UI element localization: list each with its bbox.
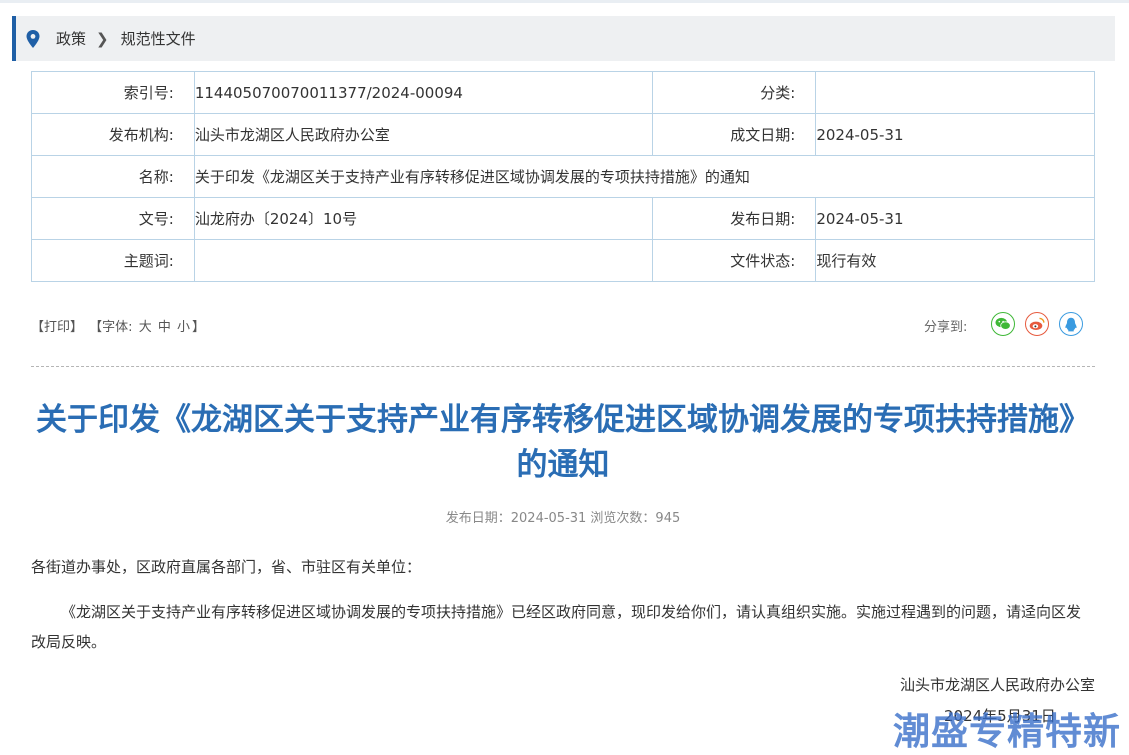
keywords-label: 主题词: <box>31 239 195 282</box>
location-pin-icon <box>26 29 40 48</box>
table-row: 发布机构: 汕头市龙湖区人民政府办公室 成文日期: 2024-05-31 <box>31 113 1095 156</box>
category-value <box>815 71 1095 114</box>
font-size-prefix: 【字体: <box>89 320 133 335</box>
divider <box>31 366 1095 367</box>
org-label: 发布机构: <box>31 113 195 156</box>
index-label: 索引号: <box>31 71 195 114</box>
font-small-button[interactable]: 小 <box>177 320 190 335</box>
pubdate-label: 发布日期: <box>652 197 817 240</box>
table-row: 索引号: 114405070070011377/2024-00094 分类: <box>31 71 1095 114</box>
qq-icon[interactable] <box>1059 312 1083 336</box>
wechat-icon[interactable] <box>991 312 1015 336</box>
weibo-icon[interactable] <box>1025 312 1049 336</box>
article-meta: 发布日期：2024-05-31 浏览次数：945 <box>445 511 681 526</box>
docno-value: 汕龙府办〔2024〕10号 <box>193 197 654 240</box>
table-row: 主题词: 文件状态: 现行有效 <box>31 239 1095 282</box>
article-body: 《龙湖区关于支持产业有序转移促进区域协调发展的专项扶持措施》已经区政府同意，现印… <box>31 603 1082 651</box>
font-medium-button[interactable]: 中 <box>158 320 171 335</box>
salutation: 各街道办事处，区政府直属各部门，省、市驻区有关单位： <box>31 558 422 576</box>
docno-label: 文号: <box>31 197 195 240</box>
status-value: 现行有效 <box>815 239 1095 282</box>
index-value: 114405070070011377/2024-00094 <box>193 71 654 114</box>
breadcrumb-normative-docs[interactable]: 规范性文件 <box>121 28 196 49</box>
created-date-label: 成文日期: <box>652 113 817 156</box>
signature: 汕头市龙湖区人民政府办公室 <box>899 676 1095 694</box>
table-row: 文号: 汕龙府办〔2024〕10号 发布日期: 2024-05-31 <box>31 197 1095 240</box>
font-size-suffix: 】 <box>192 320 206 335</box>
status-label: 文件状态: <box>652 239 817 282</box>
font-large-button[interactable]: 大 <box>139 320 152 335</box>
breadcrumb-policy[interactable]: 政策 <box>56 28 86 49</box>
top-border <box>0 0 1129 3</box>
name-value: 关于印发《龙湖区关于支持产业有序转移促进区域协调发展的专项扶持措施》的通知 <box>193 155 1096 198</box>
created-date-value: 2024-05-31 <box>815 113 1095 156</box>
table-row: 名称: 关于印发《龙湖区关于支持产业有序转移促进区域协调发展的专项扶持措施》的通… <box>31 155 1096 198</box>
share-label: 分享到: <box>924 320 968 335</box>
article-title: 关于印发《龙湖区关于支持产业有序转移促进区域协调发展的专项扶持措施》的通知 <box>36 402 1090 483</box>
chevron-right-icon: ❯ <box>96 29 109 48</box>
breadcrumb: 政策 ❯ 规范性文件 <box>12 16 1115 61</box>
document-metadata-table: 索引号: 114405070070011377/2024-00094 分类: 发… <box>31 71 1096 282</box>
category-label: 分类: <box>652 71 817 114</box>
article-tools: 【打印】 【字体: 大 中 小】 <box>31 316 207 335</box>
pubdate-value: 2024-05-31 <box>815 197 1095 240</box>
name-label: 名称: <box>31 155 195 198</box>
keywords-value <box>193 239 654 282</box>
print-button[interactable]: 【打印】 <box>31 320 83 335</box>
org-value: 汕头市龙湖区人民政府办公室 <box>193 113 654 156</box>
